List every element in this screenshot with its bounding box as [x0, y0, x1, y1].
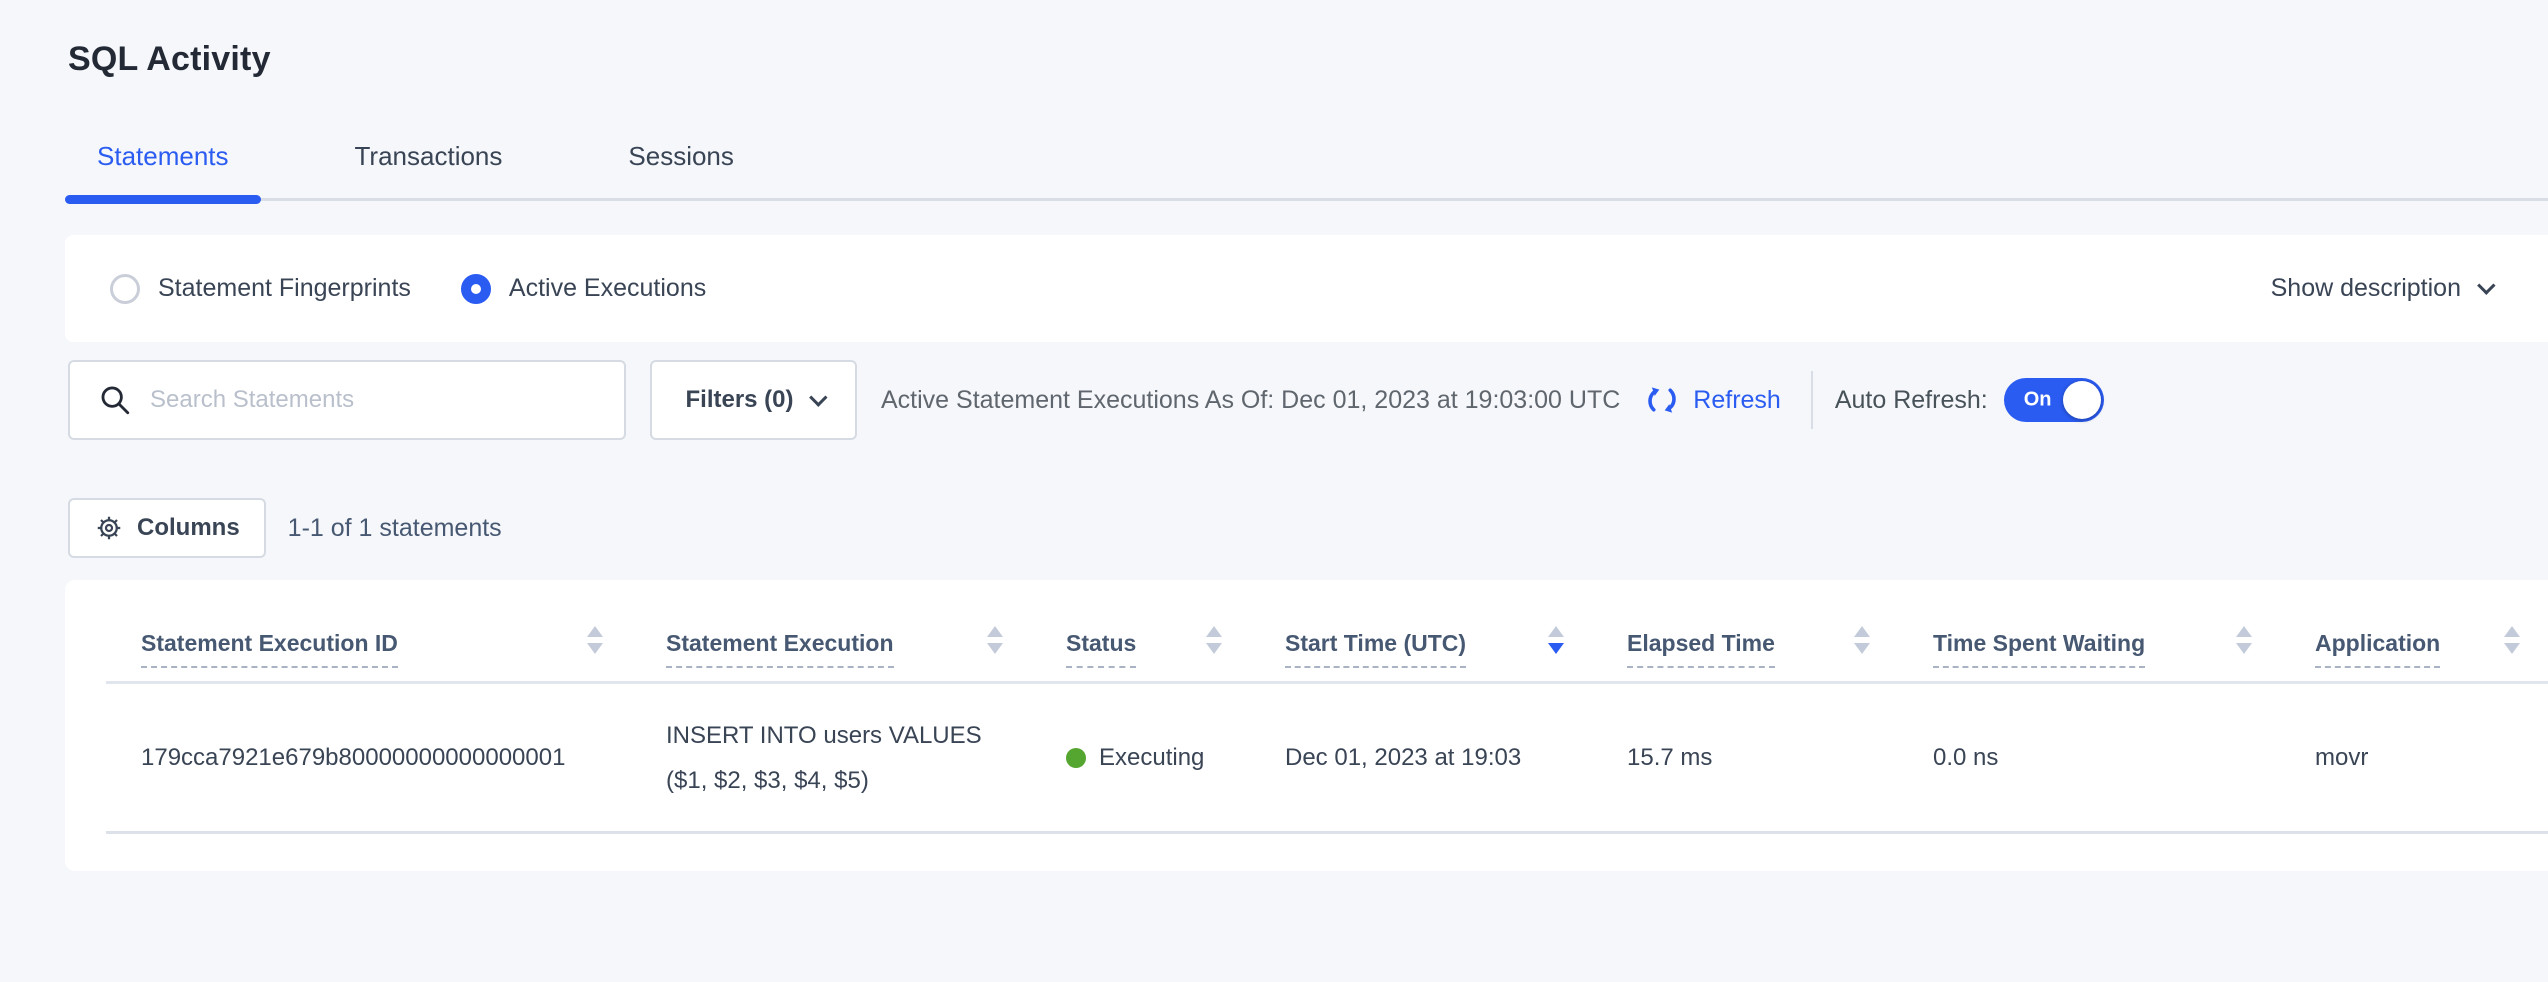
cell-application: movr [2280, 744, 2548, 772]
gear-icon [94, 513, 124, 543]
column-header-statement-execution[interactable]: Statement Execution [631, 626, 1031, 681]
refresh-label: Refresh [1693, 386, 1781, 415]
as-of-label: Active Statement Executions As Of: Dec 0… [881, 386, 1620, 415]
sort-icon[interactable] [2236, 626, 2252, 654]
sort-icon[interactable] [1854, 626, 1870, 654]
table-controls: Columns 1-1 of 1 statements [68, 498, 2548, 558]
column-header-start-time[interactable]: Start Time (UTC) [1250, 626, 1592, 681]
cell-status: Executing [1031, 744, 1250, 772]
sort-icon[interactable] [2504, 626, 2520, 654]
tab-sessions[interactable]: Sessions [596, 141, 766, 198]
view-mode-card: Statement Fingerprints Active Executions… [65, 235, 2548, 342]
column-header-statement-execution-id[interactable]: Statement Execution ID [106, 626, 631, 681]
cell-execution-id[interactable]: 179cca7921e679b80000000000000001 [106, 744, 631, 772]
cell-elapsed-time: 15.7 ms [1592, 744, 1898, 772]
show-description-toggle[interactable]: Show description [2271, 274, 2490, 303]
radio-active-executions-label: Active Executions [509, 274, 706, 303]
column-header-time-spent-waiting[interactable]: Time Spent Waiting [1898, 626, 2280, 681]
chevron-down-icon [809, 388, 827, 406]
tab-statements[interactable]: Statements [65, 141, 261, 198]
statements-table-card: Statement Execution ID Statement Executi… [65, 580, 2548, 871]
table-header-row: Statement Execution ID Statement Executi… [106, 580, 2548, 684]
radio-active-executions[interactable]: Active Executions [461, 274, 706, 304]
columns-button[interactable]: Columns [68, 498, 266, 558]
toolbar: Filters (0) Active Statement Executions … [68, 360, 2548, 440]
tab-bar: Statements Transactions Sessions [65, 141, 2548, 201]
column-header-elapsed-time[interactable]: Elapsed Time [1592, 626, 1898, 681]
auto-refresh-label: Auto Refresh: [1835, 386, 1988, 415]
radio-statement-fingerprints-label: Statement Fingerprints [158, 274, 411, 303]
sort-icon[interactable] [587, 626, 603, 654]
table-row: 179cca7921e679b80000000000000001 INSERT … [106, 684, 2548, 834]
show-description-label: Show description [2271, 274, 2461, 303]
sort-icon[interactable] [1206, 626, 1222, 654]
filters-button[interactable]: Filters (0) [650, 360, 857, 440]
cell-start-time: Dec 01, 2023 at 19:03 [1250, 744, 1592, 772]
status-label: Executing [1099, 744, 1204, 772]
filters-label: Filters (0) [685, 386, 793, 414]
toggle-knob[interactable] [2063, 381, 2101, 419]
auto-refresh-toggle[interactable]: On [2004, 378, 2104, 422]
columns-button-label: Columns [137, 514, 240, 542]
toggle-state-label: On [2024, 389, 2052, 412]
radio-statement-fingerprints[interactable]: Statement Fingerprints [110, 274, 411, 304]
search-box[interactable] [68, 360, 626, 440]
radio-selected-icon[interactable] [461, 274, 491, 304]
sort-icon-active-desc[interactable] [1548, 626, 1564, 654]
cell-time-spent-waiting: 0.0 ns [1898, 744, 2280, 772]
column-header-application[interactable]: Application [2280, 626, 2548, 681]
refresh-button[interactable]: Refresh [1644, 382, 1781, 418]
search-input[interactable] [150, 386, 624, 414]
results-count: 1-1 of 1 statements [288, 514, 502, 543]
search-icon [98, 383, 132, 417]
chevron-down-icon [2477, 276, 2495, 294]
radio-unselected-icon[interactable] [110, 274, 140, 304]
cell-statement-execution: INSERT INTO users VALUES ($1, $2, $3, $4… [631, 713, 1031, 803]
sort-icon[interactable] [987, 626, 1003, 654]
page-title: SQL Activity [68, 40, 2548, 79]
status-dot [1066, 748, 1086, 768]
refresh-icon [1644, 382, 1680, 418]
toolbar-divider [1811, 371, 1813, 429]
tab-transactions[interactable]: Transactions [323, 141, 535, 198]
column-header-status[interactable]: Status [1031, 626, 1250, 681]
